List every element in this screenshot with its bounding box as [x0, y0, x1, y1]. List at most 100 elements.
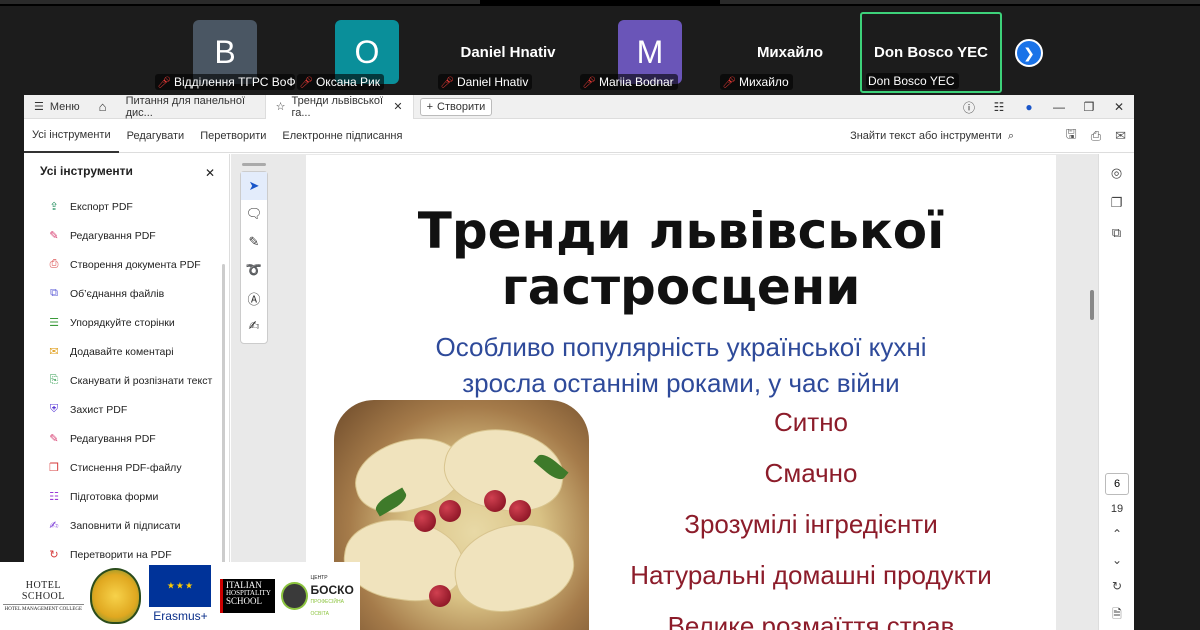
slide-point: Зрозумілі інгредієнти — [684, 509, 938, 539]
close-tab-icon[interactable]: ✕ — [393, 100, 402, 113]
tool-item[interactable]: ✎ Редагування PDF — [24, 424, 229, 453]
search-icon: ⌕ — [1007, 129, 1014, 142]
erasmus-logo: ★★★ Erasmus+ — [147, 565, 214, 627]
hotel-school-name: HOTEL SCHOOL — [3, 580, 84, 605]
hamburger-icon: ☰ — [34, 101, 44, 113]
fill-sign-tool-icon[interactable]: ✍ — [241, 312, 267, 340]
mic-muted-icon: 🎤︎ — [157, 76, 171, 89]
slide-title: Тренди львівської гастросцени — [306, 203, 1056, 315]
tool-item-label: Об’єднання файлів — [70, 287, 165, 300]
tool-item[interactable]: ☰ Упорядкуйте сторінки — [24, 308, 229, 337]
tool-item[interactable]: ☷ Підготовка форми — [24, 482, 229, 511]
slide-points: Ситно Смачно Зрозумілі інгредієнти Натур… — [586, 405, 1036, 630]
tool-item[interactable]: ⎘ Сканувати й розпізнати текст — [24, 366, 229, 395]
varenyky-photo — [334, 400, 589, 630]
bookmark-icon[interactable]: ❐ — [1099, 188, 1134, 218]
participant-strip: В 🎤︎Відділення ТГРС ВоФК... О 🎤︎Оксана Р… — [0, 0, 1200, 95]
edit-icon: ✎ — [49, 230, 59, 242]
pen-tool-icon[interactable]: ✎ — [241, 228, 267, 256]
participant-label: 🎤︎ Оксана Рик — [297, 74, 384, 90]
text-select-tool-icon[interactable]: Ⓐ — [241, 284, 267, 312]
close-panel-icon[interactable]: ✕ — [205, 166, 215, 180]
toolbar-convert[interactable]: Перетворити — [192, 119, 274, 153]
tool-item[interactable]: ⇪ Експорт PDF — [24, 192, 229, 221]
toolbar-all-tools[interactable]: Усі інструменти — [24, 119, 119, 153]
participant-tile[interactable]: В 🎤︎Відділення ТГРС ВоФК... — [155, 14, 295, 94]
tool-item-label: Стиснення PDF-файлу — [70, 461, 182, 474]
save-icon[interactable]: 🖫︎ — [1066, 125, 1077, 147]
search-tools-label: Знайти текст або інструменти — [850, 130, 1002, 142]
scan-icon: ⎘ — [49, 374, 59, 386]
search-tools[interactable]: Знайти текст або інструменти ⌕ — [850, 119, 1014, 153]
print-icon[interactable]: ⎙ — [1091, 128, 1101, 144]
next-participants-button[interactable]: ❯ — [1015, 39, 1043, 67]
toolbar-grip[interactable] — [242, 163, 266, 166]
copy-pages-icon[interactable]: ⧉ — [1099, 218, 1134, 248]
select-tool-icon[interactable]: ➤ — [241, 172, 267, 200]
tool-item[interactable]: ⎙ Створення документа PDF — [24, 250, 229, 279]
combine-icon: ⧉ — [50, 287, 58, 299]
slide-point: Ситно — [773, 407, 849, 437]
tool-item[interactable]: ✍ Заповнити й підписати — [24, 511, 229, 540]
participant-display-name: Михайло — [756, 44, 824, 61]
tool-item-label: Захист PDF — [70, 403, 128, 416]
panel-title-text: Усі інструменти — [40, 164, 133, 178]
create-button[interactable]: + Створити — [419, 97, 493, 116]
menu-button[interactable]: ☰ Меню — [24, 95, 90, 119]
home-icon[interactable]: ⌂ — [90, 95, 116, 119]
participant-display-name: Daniel Hnativ — [460, 44, 556, 61]
tool-item-label: Сканувати й розпізнати текст — [70, 374, 213, 387]
page-up-icon[interactable]: ⌃ — [1105, 527, 1129, 553]
tool-item-label: Заповнити й підписати — [70, 519, 181, 532]
current-page-input[interactable]: 6 — [1105, 473, 1129, 495]
toolbar-esign[interactable]: Електронне підписання — [274, 119, 410, 153]
college-emblem-logo — [89, 568, 141, 624]
tab-title: Тренди львівської га... — [291, 94, 384, 119]
sign-icon: ✍ — [49, 520, 59, 532]
participant-tile[interactable]: О 🎤︎ Оксана Рик — [297, 14, 437, 94]
comment-tool-icon[interactable]: 🗨︎ — [241, 200, 267, 228]
participant-tile[interactable]: M 🎤︎ Mariia Bodnar — [580, 14, 720, 94]
dumpling-shape — [446, 513, 582, 622]
refresh-icon[interactable]: ↻ — [1105, 579, 1129, 605]
participant-label: Don Bosco YEC — [866, 73, 959, 89]
help-icon[interactable]: ⓘ — [954, 99, 984, 116]
slide-point: Натуральні домашні продукти — [630, 560, 992, 590]
tool-item[interactable]: ⧉ Об’єднання файлів — [24, 279, 229, 308]
tab-document-active[interactable]: ☆ Тренди львівської га... ✕ — [265, 94, 414, 119]
panel-scrollbar[interactable] — [222, 264, 225, 604]
participant-tile-active[interactable]: Don Bosco YEC Don Bosco YEC — [860, 12, 1002, 93]
erasmus-text: Erasmus+ — [153, 609, 208, 623]
cherry-shape — [439, 500, 461, 522]
participant-tile[interactable]: Михайло 🎤︎ Михайло — [720, 14, 860, 94]
maximize-icon[interactable]: ❐ — [1074, 100, 1104, 114]
tool-item[interactable]: ⛨ Захист PDF — [24, 395, 229, 424]
document-scrollbar[interactable] — [1090, 290, 1094, 320]
ai-assistant-icon[interactable]: ◎ — [1099, 158, 1134, 188]
document-icon[interactable]: 🗎︎ — [1105, 605, 1129, 630]
mail-icon[interactable]: ✉ — [1115, 128, 1126, 144]
all-tools-panel: Усі інструменти ✕ ⇪ Експорт PDF ✎ Редагуванн… — [24, 154, 230, 630]
tool-list: ⇪ Експорт PDF ✎ Редагування PDF ⎙ Створення д… — [24, 192, 229, 569]
minimize-icon[interactable]: — — [1044, 100, 1074, 114]
apps-grid-icon[interactable]: ☷ — [984, 100, 1014, 114]
tool-item[interactable]: ✉ Додавайте коментарі — [24, 337, 229, 366]
hotel-school-logo: HOTEL SCHOOL HOTEL MANAGEMENT COLLEGE — [3, 580, 84, 612]
lasso-tool-icon[interactable]: ➰ — [241, 256, 267, 284]
toolbar-edit[interactable]: Редагувати — [119, 119, 193, 153]
participant-tile[interactable]: Daniel Hnativ 🎤︎ Daniel Hnativ — [438, 14, 578, 94]
star-icon[interactable]: ☆ — [276, 100, 286, 113]
slide-title-line: гастросцени — [501, 258, 861, 316]
bosco-emblem-icon — [281, 582, 308, 610]
close-icon[interactable]: ✕ — [1104, 100, 1134, 114]
protect-icon: ⛨ — [49, 403, 59, 415]
quick-tools-strip: ➤ 🗨︎ ✎ ➰ Ⓐ ✍ — [240, 171, 268, 344]
tool-item-label: Редагування PDF — [70, 432, 156, 445]
profile-icon[interactable]: ● — [1014, 100, 1044, 114]
tab-document[interactable]: Питання для панельної дис... — [116, 94, 266, 119]
cherry-shape — [414, 510, 436, 532]
tool-item[interactable]: ❐ Стиснення PDF-файлу — [24, 453, 229, 482]
tool-item[interactable]: ✎ Редагування PDF — [24, 221, 229, 250]
page-down-icon[interactable]: ⌄ — [1105, 553, 1129, 579]
eu-flag-icon: ★★★ — [149, 565, 212, 607]
